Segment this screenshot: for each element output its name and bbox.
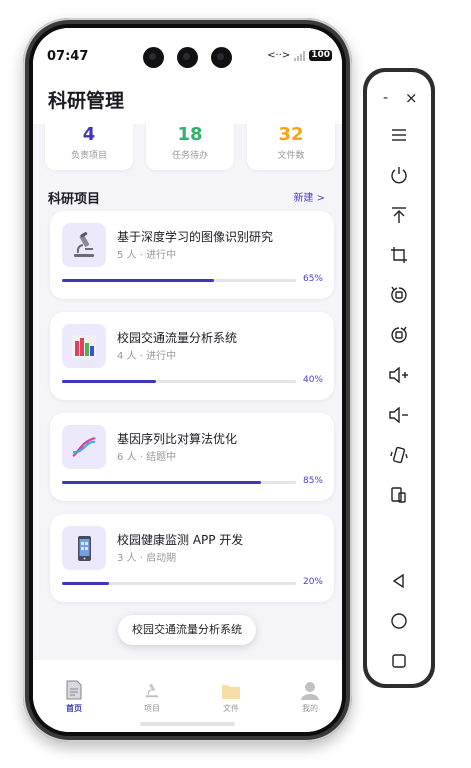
status-time: 07:47 bbox=[47, 49, 89, 64]
volume-up-icon[interactable] bbox=[367, 360, 431, 390]
overview-icon[interactable] bbox=[367, 646, 431, 676]
stat-value: 18 bbox=[177, 124, 203, 145]
emulator-toolbar: - × bbox=[363, 68, 435, 688]
section-title: 科研项目 bbox=[48, 192, 101, 207]
camera-cutout-right bbox=[211, 47, 232, 68]
progress-percent: 20% bbox=[302, 577, 323, 587]
project-meta: 4 人 · 进行中 bbox=[117, 351, 177, 362]
project-card[interactable]: 基因序列比对算法优化 6 人 · 结题中 85% bbox=[50, 413, 334, 501]
camera-cutout-center bbox=[177, 47, 198, 68]
tab-profile[interactable]: 我的 bbox=[280, 678, 340, 714]
stat-tasks[interactable]: 18 任务待办 bbox=[146, 116, 234, 170]
rotate-left-icon[interactable] bbox=[367, 280, 431, 310]
phone-bezel: 07:47 <··> 100 科研管理 4 负责项目 18 任务待办 32 文件… bbox=[29, 24, 346, 736]
rotate-right-icon[interactable] bbox=[367, 320, 431, 350]
stat-label: 负责项目 bbox=[70, 151, 107, 161]
tab-label: 首页 bbox=[66, 704, 82, 713]
menu-icon[interactable] bbox=[367, 120, 431, 150]
signal-icon bbox=[294, 50, 306, 61]
bottom-tab-bar: 首页 项目 文件 我的 bbox=[33, 660, 342, 732]
status-icons: <··> 100 bbox=[267, 50, 332, 61]
volume-down-icon[interactable] bbox=[367, 400, 431, 430]
progress-fill bbox=[62, 582, 109, 585]
tab-projects[interactable]: 项目 bbox=[122, 678, 182, 714]
stat-value: 32 bbox=[278, 124, 304, 145]
progress-percent: 40% bbox=[302, 375, 323, 385]
page-title: 科研管理 bbox=[48, 90, 125, 112]
network-activity-icon: <··> bbox=[267, 50, 291, 61]
progress-percent: 65% bbox=[302, 274, 323, 284]
new-project-link[interactable]: 新建 > bbox=[293, 189, 325, 204]
status-bar: 07:47 <··> 100 bbox=[33, 28, 342, 72]
power-icon[interactable] bbox=[367, 160, 431, 190]
shake-icon[interactable] bbox=[367, 440, 431, 470]
user-icon bbox=[280, 678, 340, 700]
project-title: 校园健康监测 APP 开发 bbox=[117, 533, 244, 547]
project-title: 基因序列比对算法优化 bbox=[117, 432, 238, 446]
progress-bar bbox=[62, 380, 296, 383]
tab-files[interactable]: 文件 bbox=[201, 678, 261, 714]
home-indicator bbox=[140, 722, 235, 726]
phone-icon bbox=[62, 526, 106, 570]
progress-fill bbox=[62, 279, 215, 282]
stat-projects[interactable]: 4 负责项目 bbox=[45, 116, 133, 170]
camera-cutout-left bbox=[143, 47, 164, 68]
progress-bar bbox=[62, 279, 296, 282]
progress-bar bbox=[62, 582, 296, 585]
dna-icon bbox=[62, 425, 106, 469]
microscope-icon bbox=[62, 223, 106, 267]
emulator-toolbar-panel: - × bbox=[367, 72, 431, 684]
stat-label: 任务待办 bbox=[171, 151, 208, 161]
battery-icon: 100 bbox=[309, 50, 332, 61]
progress-fill bbox=[62, 380, 156, 383]
close-button[interactable]: × bbox=[405, 89, 418, 107]
project-meta: 3 人 · 启动期 bbox=[117, 553, 177, 564]
home-icon[interactable] bbox=[367, 606, 431, 636]
phone-screen: 07:47 <··> 100 科研管理 4 负责项目 18 任务待办 32 文件… bbox=[33, 28, 342, 732]
stat-files[interactable]: 32 文件数 bbox=[247, 116, 335, 170]
project-title: 基于深度学习的图像识别研究 bbox=[117, 230, 274, 244]
minimize-button[interactable]: - bbox=[383, 90, 388, 106]
project-title: 校园交通流量分析系统 bbox=[117, 331, 238, 345]
progress-fill bbox=[62, 481, 261, 484]
bar-chart-icon bbox=[62, 324, 106, 368]
progress-bar bbox=[62, 481, 296, 484]
tab-home[interactable]: 首页 bbox=[44, 678, 104, 714]
crop-icon[interactable] bbox=[367, 240, 431, 270]
project-card[interactable]: 校园健康监测 APP 开发 3 人 · 启动期 20% bbox=[50, 514, 334, 602]
project-card[interactable]: 校园交通流量分析系统 4 人 · 进行中 40% bbox=[50, 312, 334, 400]
rotate-to-top-icon[interactable] bbox=[367, 200, 431, 230]
toast-message: 校园交通流量分析系统 bbox=[118, 615, 256, 645]
stat-value: 4 bbox=[82, 124, 96, 145]
project-meta: 5 人 · 进行中 bbox=[117, 250, 177, 261]
stat-label: 文件数 bbox=[277, 151, 305, 161]
tab-label: 我的 bbox=[302, 704, 318, 713]
stats-row: 4 负责项目 18 任务待办 32 文件数 bbox=[45, 116, 335, 174]
project-meta: 6 人 · 结题中 bbox=[117, 452, 177, 463]
microscope-icon bbox=[122, 678, 182, 700]
phone-frame: 07:47 <··> 100 科研管理 4 负责项目 18 任务待办 32 文件… bbox=[23, 18, 352, 742]
document-icon bbox=[44, 678, 104, 700]
project-card[interactable]: 基于深度学习的图像识别研究 5 人 · 进行中 65% bbox=[50, 211, 334, 299]
fold-icon[interactable] bbox=[367, 480, 431, 510]
folder-icon bbox=[201, 678, 261, 700]
progress-percent: 85% bbox=[302, 476, 323, 486]
tab-label: 项目 bbox=[144, 704, 160, 713]
tab-label: 文件 bbox=[223, 704, 239, 713]
back-icon[interactable] bbox=[367, 566, 431, 596]
